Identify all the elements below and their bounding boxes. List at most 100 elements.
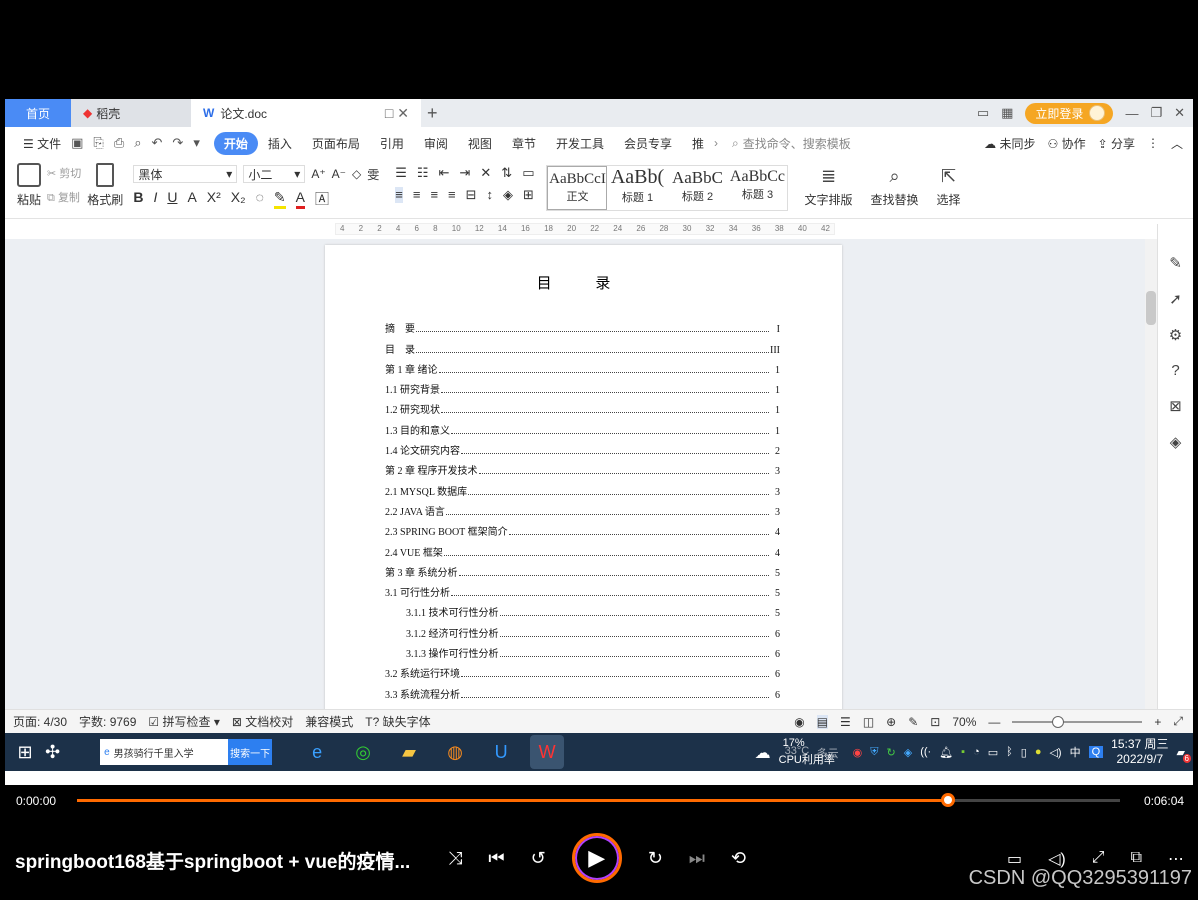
show-marks-icon[interactable]: ▭ [522, 165, 534, 181]
save-icon[interactable]: ▣ [71, 135, 83, 151]
shading-icon[interactable]: ◈ [503, 187, 513, 203]
toc-entry[interactable]: 3.2 系统运行环境 6 [385, 660, 780, 680]
input-method-icon[interactable]: Q [1088, 746, 1104, 758]
pinwheel-icon[interactable]: ✣ [45, 742, 60, 763]
bold-icon[interactable]: B [133, 189, 143, 209]
settings-icon[interactable]: ⚙ [1169, 326, 1182, 344]
collapse-ribbon-icon[interactable]: ︿ [1171, 135, 1183, 152]
document-page[interactable]: 目 录 摘 要I目 录 III 第 1 章 绪论 1 1.1 研究背景 1 1.2 研究现状… [325, 245, 842, 715]
toc-entry[interactable]: 目 录 III [385, 335, 780, 356]
word-count[interactable]: 字数: 9769 [79, 713, 136, 730]
file-explorer-icon[interactable]: ▰ [392, 735, 426, 769]
toc-entry[interactable]: 2.4 VUE 框架 4 [385, 538, 780, 559]
rewind-10-icon[interactable]: ↺ [531, 848, 546, 869]
zoom-level[interactable]: 70% [952, 715, 976, 729]
ruler[interactable]: 4 2 2 4 6 8 10 12 14 16 18 20 22 24 26 28 30 32 34 36 38 40 42 [5, 219, 1193, 239]
toc-entry[interactable]: 1.4 论文研究内容 2 [385, 437, 780, 457]
clock[interactable]: 15:37 周三 2022/9/7 [1111, 737, 1168, 767]
tab-review[interactable]: 审阅 [414, 135, 458, 152]
style-heading-2[interactable]: AaBbC 标题 2 [667, 166, 727, 210]
toc-entry[interactable]: 1.3 目的和意义 1 [385, 416, 780, 437]
tab-chapter[interactable]: 章节 [502, 135, 546, 152]
tab-member[interactable]: 会员专享 [614, 135, 682, 152]
find-replace-button[interactable]: ⌕ 查找替换 [871, 165, 919, 208]
app-blue-icon[interactable]: U [484, 735, 518, 769]
font-effect-icon[interactable]: A [187, 189, 196, 209]
nvidia-icon[interactable]: ▪ [961, 746, 965, 758]
distribute-icon[interactable]: ⊟ [466, 187, 477, 203]
align-right-icon[interactable]: ≡ [430, 187, 438, 203]
sort-icon[interactable]: ⇅ [501, 165, 512, 181]
subtitles-icon[interactable]: ▭ [1007, 849, 1022, 869]
export-icon[interactable]: ⎘ [93, 135, 103, 151]
tray-update-icon[interactable]: ↻ [887, 746, 896, 759]
repeat-icon[interactable]: ⟲ [731, 848, 746, 869]
tab-document[interactable]: W 论文.doc □ ✕ [191, 99, 421, 127]
minimize-icon[interactable]: — [1125, 106, 1138, 121]
tab-view[interactable]: 视图 [458, 135, 502, 152]
tab-start[interactable]: 开始 [213, 131, 258, 155]
qq-icon[interactable]: ◔ [973, 746, 980, 758]
toc-entry[interactable]: 摘 要I [385, 315, 780, 335]
sync-button[interactable]: ☁ 未同步 [984, 135, 1035, 152]
progress-bar[interactable] [77, 793, 1120, 807]
subscript-icon[interactable]: X₂ [231, 189, 246, 209]
toc-entry[interactable]: 2.3 SPRING BOOT 框架简介 4 [385, 518, 780, 538]
chinese-layout-icon[interactable]: ✕ [480, 165, 491, 181]
forward-30-icon[interactable]: ↻ [648, 848, 663, 869]
volume-icon[interactable]: ◁) [1048, 849, 1066, 869]
toc-entry[interactable]: 1.2 研究现状 1 [385, 396, 780, 416]
next-icon[interactable]: ⏭ [689, 848, 705, 869]
toc-entry[interactable]: 3.1.1 技术可行性分析 5 [385, 599, 780, 619]
underline-icon[interactable]: U [167, 189, 177, 209]
paste-button[interactable]: 粘贴 [11, 159, 47, 212]
collab-button[interactable]: ⚇ 协作 [1047, 135, 1085, 152]
grid-icon[interactable]: ▦ [1001, 105, 1013, 121]
tray-security-icon[interactable]: ◈ [904, 746, 912, 759]
chevron-right-icon[interactable]: › [714, 136, 718, 150]
undo-icon[interactable]: ↶ [152, 135, 163, 151]
command-search[interactable]: ⌕ 查找命令、搜索模板 [732, 135, 851, 152]
toc-entry[interactable]: 3.1.2 经济可行性分析 6 [385, 619, 780, 640]
preview-icon[interactable]: ⌕ [134, 135, 141, 151]
page-view-icon[interactable]: ▤ [816, 714, 829, 729]
toc-entry[interactable]: 第 1 章 绪论 1 [385, 356, 780, 376]
zoom-slider-knob[interactable] [1051, 715, 1064, 728]
notification-icon[interactable]: ▰ 6 [1177, 746, 1191, 763]
toc-entry[interactable]: 2.2 JAVA 语言 3 [385, 498, 780, 518]
taskbar-search-button[interactable]: 搜索一下 [228, 739, 273, 765]
superscript-icon[interactable]: X² [207, 189, 221, 209]
spell-check-button[interactable]: ☑ 拼写检查 ▾ [148, 713, 219, 730]
tab-more[interactable]: 推 [682, 135, 714, 152]
toc-entry[interactable]: 2.1 MYSQL 数据库 3 [385, 477, 780, 498]
cut-button[interactable]: ✂ 剪切 [47, 165, 81, 181]
style-normal[interactable]: AaBbCcI 正文 [547, 166, 608, 210]
toc-entry[interactable]: 3.3 系统流程分析 6 [385, 680, 780, 701]
proofread-button[interactable]: ⊠ 文档校对 [232, 713, 293, 730]
login-button[interactable]: 立即登录 [1025, 102, 1114, 124]
italic-icon[interactable]: I [153, 189, 157, 209]
new-tab-icon[interactable]: + [427, 103, 438, 124]
recorder-icon[interactable]: ◍ [438, 735, 472, 769]
zoom-slider[interactable] [1012, 715, 1143, 728]
expand-icon[interactable]: ⤢ [1092, 849, 1105, 869]
progress-knob[interactable] [940, 793, 955, 807]
write-view-icon[interactable]: ✎ [908, 715, 918, 729]
dropdown-icon[interactable]: ▾ [193, 135, 200, 151]
line-spacing-icon[interactable]: ↕ [487, 187, 494, 203]
tab-developer[interactable]: 开发工具 [546, 135, 614, 152]
toc-entry[interactable]: 3.1.3 操作可行性分析 6 [385, 640, 780, 660]
ai-icon[interactable]: ◈ [1170, 433, 1182, 451]
edit-icon[interactable]: ✎ [1169, 254, 1182, 272]
bullets-icon[interactable]: ☰ [395, 165, 407, 181]
pointer-icon[interactable]: ➚ [1169, 290, 1182, 308]
taskbar-search[interactable]: e 男孩骑行千里入学 搜索一下 [100, 739, 273, 765]
font-color-icon[interactable]: A [295, 189, 305, 209]
tray-green-icon[interactable]: ● [1035, 746, 1042, 758]
restore-icon[interactable]: ❐ [1150, 105, 1162, 121]
more-icon[interactable]: ⋮ [1147, 136, 1159, 150]
360-browser-icon[interactable]: ◎ [346, 735, 380, 769]
shrink-font-icon[interactable]: A⁻ [332, 167, 346, 181]
toc-entry[interactable]: 第 3 章 系统分析 5 [385, 559, 780, 579]
clear-format-icon[interactable]: ◇ [352, 167, 361, 181]
